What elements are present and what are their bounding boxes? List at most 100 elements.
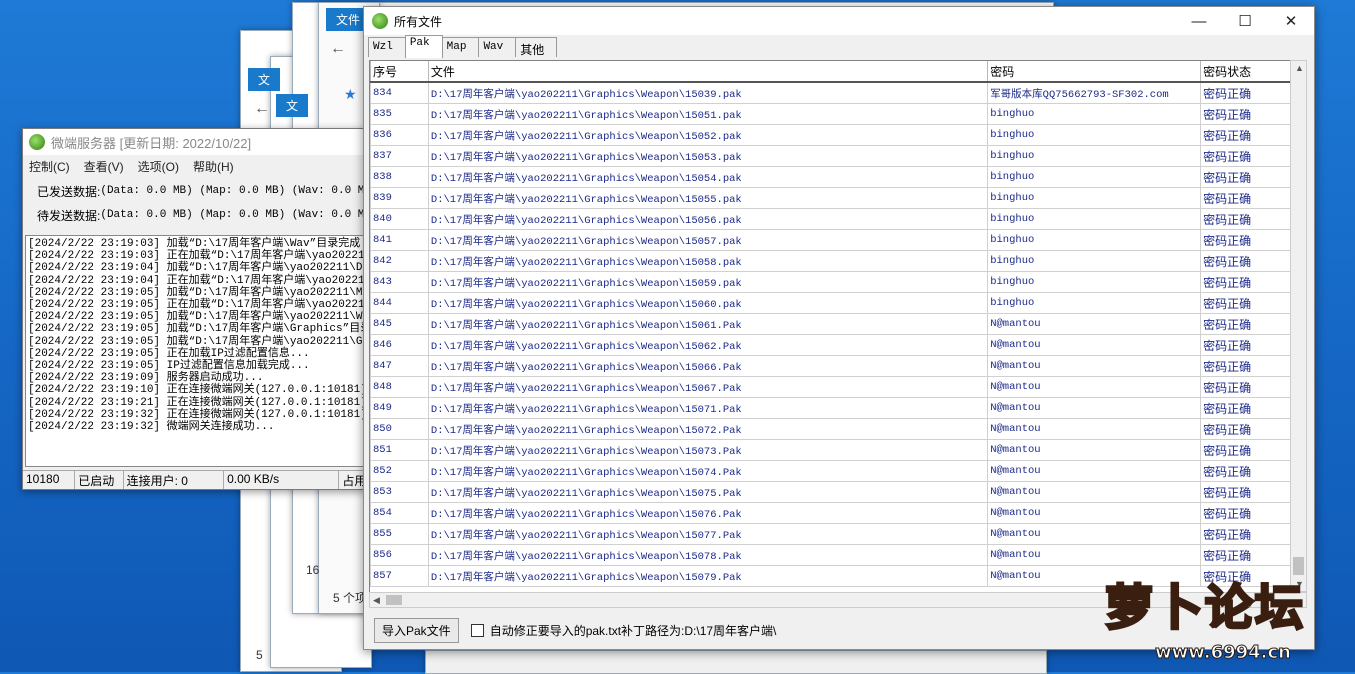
tab-pak[interactable]: Pak: [404, 35, 443, 58]
bg-file-tab-2[interactable]: 文: [248, 68, 281, 91]
cell-password: binghuo: [987, 229, 1202, 251]
menu-view[interactable]: 查看(V): [84, 158, 124, 175]
cell-password: binghuo: [987, 292, 1202, 314]
scroll-left-icon[interactable]: ◀: [373, 595, 380, 606]
cell-password: N@mantou: [987, 481, 1202, 503]
import-pak-button[interactable]: 导入Pak文件: [374, 617, 459, 643]
cell-file: D:\17周年客户端\yao202211\Graphics\Weapon\150…: [427, 81, 989, 104]
log-line: [2024/2/22 23:19:32] 正在连接微端网关(127.0.0.1:…: [28, 408, 365, 421]
server-title: 微端服务器 [更新日期: 2022/10/22]: [51, 135, 252, 151]
tab-wzl[interactable]: Wzl: [368, 37, 406, 57]
tab-other[interactable]: 其他: [515, 37, 558, 57]
auto-fix-checkbox[interactable]: [470, 623, 484, 637]
tab-map[interactable]: Map: [441, 37, 480, 57]
cell-password: N@mantou: [987, 523, 1202, 545]
table-row[interactable]: 855 D:\17周年客户端\yao202211\Graphics\Weapon\…: [370, 523, 1296, 545]
table-row[interactable]: 837 D:\17周年客户端\yao202211\Graphics\Weapon\…: [370, 145, 1296, 167]
table-row[interactable]: 843 D:\17周年客户端\yao202211\Graphics\Weapon\…: [370, 271, 1296, 293]
column-header-password-status[interactable]: 密码状态: [1200, 61, 1296, 83]
cell-file: D:\17周年客户端\yao202211\Graphics\Weapon\150…: [427, 292, 989, 314]
cell-password-status: 密码正确: [1200, 334, 1296, 356]
vertical-scrollbar[interactable]: ▲ ▼: [1290, 60, 1307, 592]
log-line: [2024/2/22 23:19:09] 服务器启动成功...: [28, 372, 264, 385]
table-row[interactable]: 854 D:\17周年客户端\yao202211\Graphics\Weapon\…: [370, 502, 1296, 524]
cell-password: N@mantou: [987, 544, 1202, 566]
bg-file-tab-3[interactable]: 文: [276, 94, 309, 117]
menu-options[interactable]: 选项(O): [138, 158, 179, 175]
table-row[interactable]: 841 D:\17周年客户端\yao202211\Graphics\Weapon\…: [370, 229, 1296, 251]
table-row[interactable]: 836 D:\17周年客户端\yao202211\Graphics\Weapon\…: [370, 124, 1296, 146]
table-header: 序号 文件 密码 密码状态: [370, 61, 1296, 83]
tab-wav[interactable]: Wav: [478, 37, 517, 57]
cell-file: D:\17周年客户端\yao202211\Graphics\Weapon\150…: [427, 355, 989, 377]
cell-password: binghuo: [987, 145, 1202, 167]
sent-label: 已发送数据:: [37, 184, 101, 199]
column-header-index[interactable]: 序号: [370, 61, 429, 83]
table-row[interactable]: 840 D:\17周年客户端\yao202211\Graphics\Weapon\…: [370, 208, 1296, 230]
back-arrow-icon-2[interactable]: ←: [254, 100, 270, 118]
table-row[interactable]: 847 D:\17周年客户端\yao202211\Graphics\Weapon\…: [370, 355, 1296, 377]
column-header-file[interactable]: 文件: [427, 61, 989, 83]
minimize-icon[interactable]: —: [1176, 7, 1222, 35]
log-line: [2024/2/22 23:19:05] 加载“D:\17周年客户端\yao20…: [28, 335, 365, 348]
table-row[interactable]: 839 D:\17周年客户端\yao202211\Graphics\Weapon\…: [370, 187, 1296, 209]
table-row[interactable]: 834 D:\17周年客户端\yao202211\Graphics\Weapon\…: [370, 81, 1296, 104]
server-statusbar: 10180 已启动 连接用户: 0 0.00 KB/s 占用: [23, 470, 365, 489]
maximize-icon[interactable]: ☐: [1222, 7, 1268, 35]
cell-password-status: 密码正确: [1200, 229, 1296, 251]
table-row[interactable]: 844 D:\17周年客户端\yao202211\Graphics\Weapon\…: [370, 292, 1296, 314]
cell-index: 851: [370, 439, 429, 461]
auto-fix-checkbox-row[interactable]: 自动修正要导入的pak.txt补丁路径为:D:\17周年客户端\: [470, 622, 776, 639]
cell-password: N@mantou: [987, 502, 1202, 524]
table-row[interactable]: 853 D:\17周年客户端\yao202211\Graphics\Weapon\…: [370, 481, 1296, 503]
watermark-logo: 萝卜论坛 www.6994.cn: [1103, 568, 1345, 668]
cell-index: 850: [370, 418, 429, 440]
cell-password-status: 密码正确: [1200, 460, 1296, 482]
table-row[interactable]: 850 D:\17周年客户端\yao202211\Graphics\Weapon\…: [370, 418, 1296, 440]
server-log[interactable]: [2024/2/22 23:19:03] 加载“D:\17周年客户端\Wav”目…: [25, 235, 365, 467]
cell-password-status: 密码正确: [1200, 145, 1296, 167]
cell-password: binghuo: [987, 124, 1202, 146]
table-row[interactable]: 848 D:\17周年客户端\yao202211\Graphics\Weapon\…: [370, 376, 1296, 398]
log-line: [2024/2/22 23:19:05] 正在加载IP过滤配置信息...: [28, 347, 310, 360]
log-line: [2024/2/22 23:19:05] 加载“D:\17周年客户端\Graph…: [28, 323, 365, 336]
table-row[interactable]: 846 D:\17周年客户端\yao202211\Graphics\Weapon\…: [370, 334, 1296, 356]
scroll-up-icon[interactable]: ▲: [1295, 63, 1304, 73]
cell-password-status: 密码正确: [1200, 166, 1296, 188]
cell-password-status: 密码正确: [1200, 502, 1296, 524]
cell-password: N@mantou: [987, 313, 1202, 335]
back-arrow-icon[interactable]: ←: [330, 40, 346, 58]
status-port: 10180: [23, 471, 76, 489]
table-row[interactable]: 838 D:\17周年客户端\yao202211\Graphics\Weapon\…: [370, 166, 1296, 188]
cell-index: 855: [370, 523, 429, 545]
sent-data-line: 已发送数据: (Data: 0.0 MB) (Map: 0.0 MB) (Wav…: [23, 179, 378, 203]
cell-index: 849: [370, 397, 429, 419]
table-row[interactable]: 835 D:\17周年客户端\yao202211\Graphics\Weapon\…: [370, 103, 1296, 125]
cell-index: 841: [370, 229, 429, 251]
table-row[interactable]: 842 D:\17周年客户端\yao202211\Graphics\Weapon\…: [370, 250, 1296, 272]
cell-file: D:\17周年客户端\yao202211\Graphics\Weapon\150…: [427, 439, 989, 461]
cell-index: 854: [370, 502, 429, 524]
status-users: 连接用户: 0: [124, 471, 225, 489]
table-row[interactable]: 856 D:\17周年客户端\yao202211\Graphics\Weapon\…: [370, 544, 1296, 566]
main-title: 所有文件: [394, 14, 443, 29]
table-row[interactable]: 852 D:\17周年客户端\yao202211\Graphics\Weapon\…: [370, 460, 1296, 482]
table-row[interactable]: 845 D:\17周年客户端\yao202211\Graphics\Weapon\…: [370, 313, 1296, 335]
cell-file: D:\17周年客户端\yao202211\Graphics\Weapon\150…: [427, 103, 989, 125]
cell-password: binghuo: [987, 250, 1202, 272]
scroll-thumb-horizontal[interactable]: [386, 595, 402, 605]
table-row[interactable]: 849 D:\17周年客户端\yao202211\Graphics\Weapon\…: [370, 397, 1296, 419]
cell-file: D:\17周年客户端\yao202211\Graphics\Weapon\150…: [427, 502, 989, 524]
menu-control[interactable]: 控制(C): [29, 158, 70, 175]
pending-label: 待发送数据:: [37, 208, 101, 223]
table-row[interactable]: 851 D:\17周年客户端\yao202211\Graphics\Weapon\…: [370, 439, 1296, 461]
sent-value: (Data: 0.0 MB) (Map: 0.0 MB) (Wav: 0.0 M…: [100, 185, 378, 197]
cell-index: 834: [370, 81, 429, 104]
log-line: [2024/2/22 23:19:21] 正在连接微端网关(127.0.0.1:…: [28, 396, 365, 409]
cell-file: D:\17周年客户端\yao202211\Graphics\Weapon\150…: [427, 376, 989, 398]
close-icon[interactable]: ✕: [1268, 7, 1314, 35]
app-icon: [372, 13, 388, 29]
menu-help[interactable]: 帮助(H): [193, 158, 234, 175]
cell-password: binghuo: [987, 166, 1202, 188]
column-header-password[interactable]: 密码: [987, 61, 1202, 83]
